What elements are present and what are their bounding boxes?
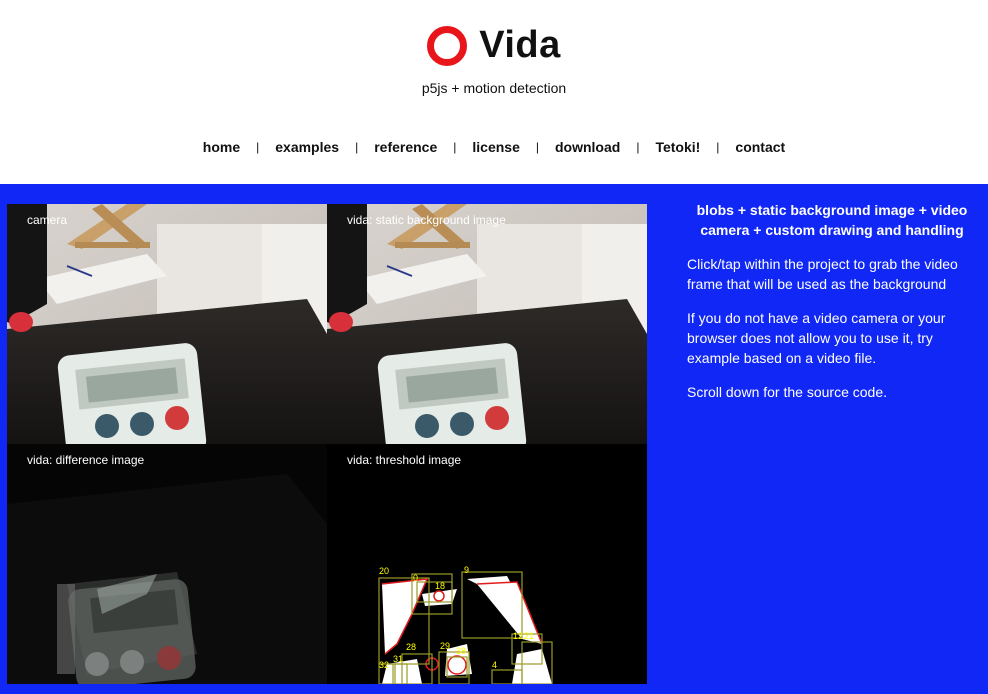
background-label: vida: static background image xyxy=(347,213,506,227)
blob-label: 21 xyxy=(524,631,534,641)
blob-label: 38 xyxy=(456,646,466,656)
blob-label: 12 xyxy=(513,631,523,641)
scroll-hint-text: Scroll down for the source code. xyxy=(687,384,887,400)
page-header: Vida p5js + motion detection home | exam… xyxy=(0,0,988,184)
example-heading: blobs + static background image + video … xyxy=(696,202,968,238)
nav-download[interactable]: download xyxy=(555,139,620,155)
threshold-label: vida: threshold image xyxy=(347,453,462,467)
nav-examples[interactable]: examples xyxy=(275,139,339,155)
nav-contact[interactable]: contact xyxy=(735,139,785,155)
blob-label: 29 xyxy=(440,641,450,651)
nav-home[interactable]: home xyxy=(203,139,240,155)
nav-separator: | xyxy=(636,140,640,154)
camera-label: camera xyxy=(27,213,68,227)
threshold-frame-image: 20 9 0 18 28 29 38 12 21 32 31 4 xyxy=(327,444,647,684)
background-frame-image xyxy=(327,204,647,444)
vida-ring-icon xyxy=(427,25,468,66)
difference-view[interactable]: vida: difference image xyxy=(7,444,327,684)
blob-label: 4 xyxy=(492,660,497,670)
blob-label: 20 xyxy=(379,566,389,576)
logo[interactable]: Vida xyxy=(0,24,988,67)
blob-label: 31 xyxy=(393,654,403,664)
blob-label: 9 xyxy=(464,565,469,575)
nav-separator: | xyxy=(716,140,720,154)
nav-separator: | xyxy=(256,140,260,154)
blob-label: 18 xyxy=(435,581,445,591)
nav-tetoki[interactable]: Tetoki! xyxy=(655,139,700,155)
nav-separator: | xyxy=(355,140,359,154)
nav-separator: | xyxy=(453,140,457,154)
camera-frame-image xyxy=(7,204,327,444)
static-background-view[interactable]: vida: static background image xyxy=(327,204,647,444)
blob-label: 32 xyxy=(379,660,389,670)
page-subtitle: p5js + motion detection xyxy=(421,80,567,96)
threshold-view[interactable]: 20 9 0 18 28 29 38 12 21 32 31 4 vida: t… xyxy=(327,444,647,684)
nav-license[interactable]: license xyxy=(472,139,519,155)
difference-frame-image xyxy=(7,444,327,684)
blob-label: 0 xyxy=(413,573,418,583)
fallback-text: If you do not have a video camera or you… xyxy=(687,310,946,366)
nav-reference[interactable]: reference xyxy=(374,139,437,155)
example-description: blobs + static background image + video … xyxy=(687,200,977,416)
nav-separator: | xyxy=(535,140,539,154)
blob-label: 28 xyxy=(406,642,416,652)
main-section: camera vida: static background image vid… xyxy=(0,184,988,694)
page-title: Vida xyxy=(479,24,561,66)
instruction-text: Click/tap within the project to grab the… xyxy=(687,256,958,292)
main-nav: home | examples | reference | license | … xyxy=(0,139,988,155)
camera-view[interactable]: camera xyxy=(7,204,327,444)
p5-canvas[interactable]: camera vida: static background image vid… xyxy=(7,204,647,684)
difference-label: vida: difference image xyxy=(27,453,145,467)
